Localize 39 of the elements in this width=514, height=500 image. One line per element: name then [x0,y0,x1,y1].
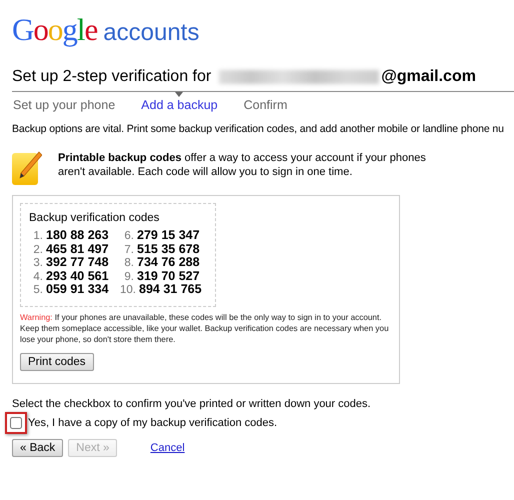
backup-code: 293 40 561 [46,268,109,282]
backup-code: 465 81 497 [46,242,109,256]
codes-title: Backup verification codes [29,212,160,224]
code-number: 3. [32,257,43,269]
step-tab[interactable]: Confirm [244,98,288,113]
step-tab[interactable]: Add a backup [141,98,218,113]
backup-code: 059 91 334 [46,282,109,296]
email-domain: @gmail.com [381,68,476,86]
code-number: 9. [123,270,134,282]
google-logo: Google [12,12,98,48]
instruction-text: Select the checkbox to confirm you've printed or written down your codes. [12,398,372,410]
step-tab[interactable]: Set up your phone [13,98,116,113]
backup-code: 515 35 678 [137,242,200,256]
backup-code: 319 70 527 [137,268,200,282]
code-number: 2. [32,244,43,256]
backup-code: 279 15 347 [137,228,200,242]
current-step-marker [175,92,184,97]
backup-code: 392 77 748 [46,255,109,269]
code-number: 5. [32,284,43,296]
page-title: Set up 2-step verification for [12,68,212,86]
cancel-link[interactable]: Cancel [150,442,185,454]
code-number: 4. [32,270,43,282]
intro-text: Backup options are vital. Print some backup verification codes, and add another mobile or landline phone nu [12,123,505,135]
product-name: accounts [103,19,200,47]
print-button[interactable]: Print codes [20,352,94,370]
code-number: 7. [123,244,134,256]
checkbox-label: Yes, I have a copy of my backup verification codes. [28,416,278,428]
info-text: Printable backup codes offer a way to access your account if your phones aren't available. Each code will allow you to sign in one time. [58,151,427,179]
code-number: 10. [120,284,136,296]
backup-code: 894 31 765 [139,282,202,296]
code-number: 1. [32,230,43,242]
confirm-checkbox[interactable] [10,416,22,428]
pencil-icon [12,151,42,185]
back-button[interactable]: « Back [12,438,64,456]
warning-text: Warning: If your phones are unavailable, these codes will be the only way to sign in to your account. Keep them someplace accessible, like your wallet. Backup verification codes are necessary when you lose your phone, so don't store them there. [20,312,390,344]
code-number: 8. [123,257,134,269]
backup-code: 180 88 263 [46,228,109,242]
code-number: 6. [123,230,134,242]
backup-code: 734 76 288 [137,255,200,269]
